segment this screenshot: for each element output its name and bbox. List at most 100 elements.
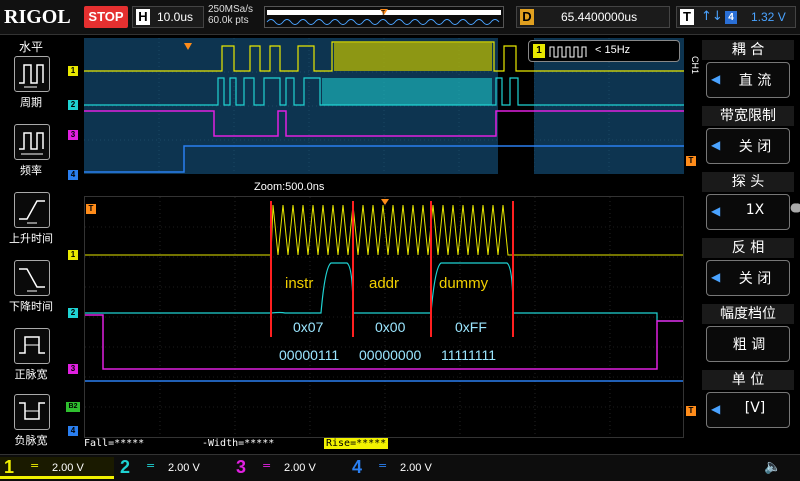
menu-title: 水平 xyxy=(18,40,43,54)
overview-ch4-marker[interactable]: 4 xyxy=(68,170,78,180)
overview-trigger-level-marker[interactable]: T xyxy=(686,156,696,166)
memory-position-strip[interactable]: T xyxy=(264,6,504,28)
rise-time-icon xyxy=(14,192,50,228)
setting-value: 关 闭 xyxy=(738,139,772,155)
zoom-ch2-marker[interactable]: 2 xyxy=(68,308,78,318)
zoom-ch3-marker[interactable]: 3 xyxy=(68,364,78,374)
setting-value-box[interactable]: ◀ [V] xyxy=(706,392,790,428)
measure-positive-width-button[interactable]: 正脉宽 xyxy=(6,328,56,392)
ch4-status[interactable]: 4 = 2.00 V xyxy=(348,457,462,479)
bandwidth-limit-setting[interactable]: 带宽限制 ◀ 关 闭 xyxy=(702,106,794,168)
setting-header: 单 位 xyxy=(702,370,794,390)
ch3-coupling-icon: = xyxy=(262,459,272,472)
measure-frequency-button[interactable]: 频率 xyxy=(6,124,56,188)
setting-value-box[interactable]: 粗 调 xyxy=(706,326,790,362)
overview-trigger-marker xyxy=(184,43,192,50)
setting-value-box[interactable]: ◀ 1X xyxy=(706,194,790,230)
period-icon xyxy=(14,56,50,92)
memory-waveform-icon: T xyxy=(266,9,501,25)
trigger-level: 1.32 V xyxy=(751,10,786,24)
annotation-addr: addr xyxy=(369,275,400,292)
zoom-right-trigger-marker[interactable]: T xyxy=(686,406,696,416)
annotation-dummy: dummy xyxy=(439,275,489,292)
zoom-ch4-marker[interactable]: 4 xyxy=(68,426,78,436)
annotation-bin-instr: 00000111 xyxy=(279,347,340,363)
setting-value: 1X xyxy=(745,202,765,218)
trigger-key: T xyxy=(680,9,694,25)
zoom-trigger-marker xyxy=(381,199,389,205)
delay-display[interactable]: D 65.4400000us xyxy=(516,6,670,28)
setting-value: [V] xyxy=(744,400,766,416)
ch1-status[interactable]: 1 = 2.00 V xyxy=(0,457,114,479)
setting-header: 探 头 xyxy=(702,172,794,192)
ch3-status[interactable]: 3 = 2.00 V xyxy=(232,457,346,479)
left-triangle-icon: ◀ xyxy=(711,270,721,284)
right-scroll-icon[interactable]: ● xyxy=(792,200,800,214)
setting-header: 耦 合 xyxy=(702,40,794,60)
annotation-hex-instr: 0x07 xyxy=(293,319,324,335)
menu-item-label: 频率 xyxy=(20,164,42,177)
measure-rise[interactable]: Rise=***** xyxy=(324,438,389,449)
probe-setting[interactable]: 探 头 ◀ 1X xyxy=(702,172,794,234)
measure-fall-time-button[interactable]: 下降时间 xyxy=(6,260,56,324)
measure-period-button[interactable]: 周期 xyxy=(6,56,56,120)
sample-rate: 250MSa/s xyxy=(208,4,254,15)
trigger-source: 4 xyxy=(725,11,737,24)
delay-value: 65.4400000us xyxy=(561,10,638,24)
ch2-scale: 2.00 V xyxy=(168,462,200,474)
frequency-counter[interactable]: 1 < 15Hz xyxy=(528,40,680,62)
ch2-number: 2 xyxy=(120,457,131,477)
measure-fall[interactable]: Fall=***** xyxy=(84,438,144,449)
annotation-hex-dummy: 0xFF xyxy=(455,319,487,335)
horizontal-measure-menu: 水平 周期 频率 上升时间 下降时间 正脉宽 负脉宽 xyxy=(0,36,62,454)
measure-negative-width-button[interactable]: 负脉宽 xyxy=(6,394,56,458)
negative-width-icon xyxy=(14,394,50,430)
menu-item-label: 上升时间 xyxy=(9,232,53,245)
menu-item-label: 正脉宽 xyxy=(14,368,48,381)
ch3-scale: 2.00 V xyxy=(284,462,316,474)
timebase-display[interactable]: H 10.0us xyxy=(132,6,204,28)
ch2-coupling-icon: = xyxy=(146,459,156,472)
trigger-display[interactable]: T ↑↓ 4 1.32 V xyxy=(676,6,796,28)
setting-value-box[interactable]: ◀ 直 流 xyxy=(706,62,790,98)
measure-rise-time-button[interactable]: 上升时间 xyxy=(6,192,56,256)
overview-ch2-marker[interactable]: 2 xyxy=(68,100,78,110)
measure-negative-width[interactable]: -Width=***** xyxy=(202,438,274,449)
timebase-value: 10.0us xyxy=(157,10,194,24)
delay-key: D xyxy=(520,9,534,25)
ch4-coupling-icon: = xyxy=(378,459,388,472)
zoom-trigger-level-marker[interactable]: T xyxy=(86,204,96,214)
run-stop-button[interactable]: STOP xyxy=(84,6,128,28)
channel-status-bar: 1 = 2.00 V 2 = 2.00 V 3 = 2.00 V 4 = 2.0… xyxy=(0,454,800,481)
setting-header: 带宽限制 xyxy=(702,106,794,126)
zoom-ch1-marker[interactable]: 1 xyxy=(68,250,78,260)
ch4-number: 4 xyxy=(352,457,363,477)
zoom-timebase-label: Zoom:500.0ns xyxy=(254,181,325,193)
zoomed-waveform-area[interactable]: instr addr dummy 0x07 0x00 0xFF 00000111… xyxy=(84,196,684,438)
ch2-status[interactable]: 2 = 2.00 V xyxy=(116,457,230,479)
overview-ch1-marker[interactable]: 1 xyxy=(68,66,78,76)
brand-logo: RIGOL xyxy=(4,6,71,28)
setting-value-box[interactable]: ◀ 关 闭 xyxy=(706,128,790,164)
annotation-bin-addr: 00000000 xyxy=(359,347,422,363)
ch4-scale: 2.00 V xyxy=(400,462,432,474)
coupling-setting[interactable]: 耦 合 ◀ 直 流 xyxy=(702,40,794,102)
left-triangle-icon: ◀ xyxy=(711,138,721,152)
unit-setting[interactable]: 单 位 ◀ [V] xyxy=(702,370,794,432)
right-menu-channel-tag: CH1 xyxy=(690,56,700,75)
square-wave-icon xyxy=(549,46,587,58)
bus-b2-marker[interactable]: B2 xyxy=(66,402,80,412)
speaker-icon[interactable]: 🔈 xyxy=(764,459,781,475)
ch1-coupling-icon: = xyxy=(30,459,40,472)
annotation-instr: instr xyxy=(285,275,314,292)
invert-setting[interactable]: 反 相 ◀ 关 闭 xyxy=(702,238,794,300)
setting-value-box[interactable]: ◀ 关 闭 xyxy=(706,260,790,296)
left-triangle-icon: ◀ xyxy=(711,72,721,86)
timebase-key: H xyxy=(136,9,150,25)
vertical-scale-setting[interactable]: 幅度档位 粗 调 xyxy=(702,304,794,366)
memory-depth: 60.0k pts xyxy=(208,15,249,26)
overview-ch3-marker[interactable]: 3 xyxy=(68,130,78,140)
ch1-scale: 2.00 V xyxy=(52,462,84,474)
menu-item-label: 下降时间 xyxy=(9,300,53,313)
fall-time-icon xyxy=(14,260,50,296)
